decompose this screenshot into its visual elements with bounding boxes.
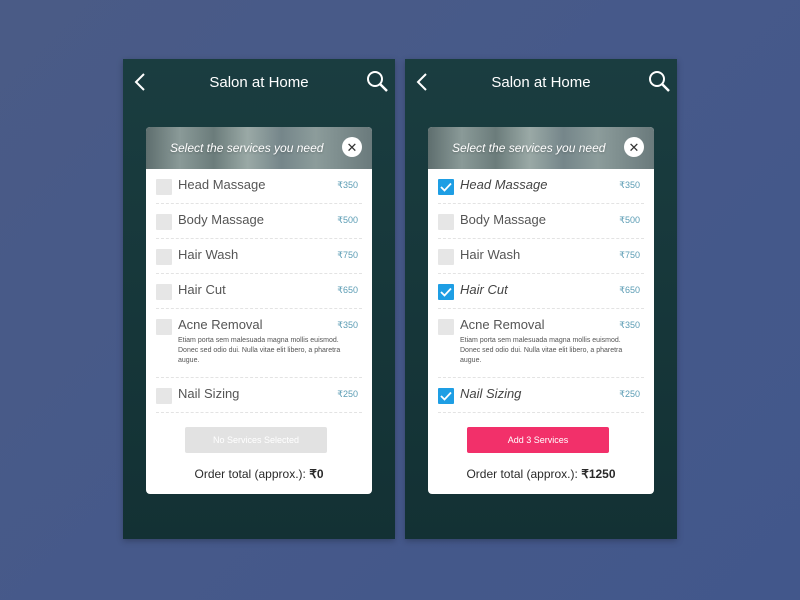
service-checkbox[interactable] xyxy=(156,388,172,404)
service-name: Hair Cut xyxy=(178,282,226,297)
close-icon: ✕ xyxy=(346,139,358,155)
service-checkbox[interactable] xyxy=(156,214,172,230)
service-price: ₹250 xyxy=(619,389,640,399)
service-name: Head Massage xyxy=(460,177,548,192)
check-icon xyxy=(440,287,452,297)
back-button[interactable] xyxy=(129,70,153,94)
service-name: Body Massage xyxy=(460,212,546,227)
service-item[interactable]: Head Massage ₹350 xyxy=(438,169,644,204)
service-price: ₹350 xyxy=(619,320,640,330)
check-icon xyxy=(440,391,452,401)
service-checkbox[interactable] xyxy=(438,214,454,230)
service-price: ₹750 xyxy=(337,250,358,260)
service-checkbox[interactable] xyxy=(438,284,454,300)
close-button[interactable]: ✕ xyxy=(624,137,644,157)
modal-title: Select the services you need xyxy=(170,141,324,155)
service-item[interactable]: Hair Cut ₹650 xyxy=(438,274,644,309)
service-price: ₹350 xyxy=(619,180,640,190)
modal-header: Select the services you need ✕ xyxy=(146,127,372,169)
add-services-button[interactable]: No Services Selected xyxy=(185,427,327,453)
service-price: ₹500 xyxy=(337,215,358,225)
nav-bar: Salon at Home xyxy=(123,59,395,105)
service-checkbox[interactable] xyxy=(156,249,172,265)
service-checkbox[interactable] xyxy=(156,284,172,300)
service-item[interactable]: Hair Wash ₹750 xyxy=(156,239,362,274)
phone-screen-selected: Salon at Home Select the services you ne… xyxy=(405,59,677,539)
search-icon xyxy=(367,71,388,92)
order-total-label: Order total (approx.): xyxy=(194,467,306,481)
page-title: Salon at Home xyxy=(491,73,591,91)
service-description: Etiam porta sem malesuada magna mollis e… xyxy=(460,337,623,364)
service-item[interactable]: Acne Removal ₹350 Etiam porta sem malesuad… xyxy=(438,309,644,378)
chevron-left-icon xyxy=(416,73,427,91)
service-name: Acne Removal xyxy=(178,317,263,332)
service-checkbox[interactable] xyxy=(156,319,172,335)
page-title: Salon at Home xyxy=(209,73,309,91)
order-total-value: ₹0 xyxy=(309,467,324,481)
service-checkbox[interactable] xyxy=(438,388,454,404)
service-name: Acne Removal xyxy=(460,317,545,332)
order-total: Order total (approx.): ₹1250 xyxy=(428,467,654,481)
service-list: Head Massage ₹350 Body Massage ₹500 Hair Was… xyxy=(428,169,654,413)
service-name: Hair Wash xyxy=(460,247,521,262)
check-icon xyxy=(440,182,452,192)
service-checkbox[interactable] xyxy=(438,249,454,265)
service-list: Head Massage ₹350 Body Massage ₹500 Hair Was… xyxy=(146,169,372,413)
service-name: Hair Cut xyxy=(460,282,508,297)
service-name: Hair Wash xyxy=(178,247,239,262)
service-price: ₹350 xyxy=(337,180,358,190)
service-price: ₹250 xyxy=(337,389,358,399)
service-price: ₹350 xyxy=(337,320,358,330)
service-selection-modal: Select the services you need ✕ Head Mass… xyxy=(428,127,654,494)
service-item[interactable]: Nail Sizing ₹250 xyxy=(438,378,644,413)
service-price: ₹650 xyxy=(619,285,640,295)
service-item[interactable]: Body Massage ₹500 xyxy=(438,204,644,239)
service-price: ₹750 xyxy=(619,250,640,260)
service-item[interactable]: Nail Sizing ₹250 xyxy=(156,378,362,413)
service-name: Nail Sizing xyxy=(178,386,240,401)
chevron-left-icon xyxy=(134,73,145,91)
service-price: ₹500 xyxy=(619,215,640,225)
service-item[interactable]: Acne Removal ₹350 Etiam porta sem malesuad… xyxy=(156,309,362,378)
service-item[interactable]: Body Massage ₹500 xyxy=(156,204,362,239)
search-icon xyxy=(649,71,670,92)
service-selection-modal: Select the services you need ✕ Head Mass… xyxy=(146,127,372,494)
phone-screen-empty: Salon at Home Select the services you ne… xyxy=(123,59,395,539)
close-button[interactable]: ✕ xyxy=(342,137,362,157)
service-item[interactable]: Hair Wash ₹750 xyxy=(438,239,644,274)
back-button[interactable] xyxy=(411,70,435,94)
order-total: Order total (approx.): ₹0 xyxy=(146,467,372,481)
modal-title: Select the services you need xyxy=(452,141,606,155)
service-name: Body Massage xyxy=(178,212,264,227)
service-checkbox[interactable] xyxy=(438,319,454,335)
service-name: Head Massage xyxy=(178,177,266,192)
search-button[interactable] xyxy=(647,69,671,93)
service-description: Etiam porta sem malesuada magna mollis e… xyxy=(178,337,341,364)
order-total-label: Order total (approx.): xyxy=(466,467,578,481)
modal-header: Select the services you need ✕ xyxy=(428,127,654,169)
service-item[interactable]: Head Massage ₹350 xyxy=(156,169,362,204)
close-icon: ✕ xyxy=(628,139,640,155)
nav-bar: Salon at Home xyxy=(405,59,677,105)
search-button[interactable] xyxy=(365,69,389,93)
service-checkbox[interactable] xyxy=(438,179,454,195)
service-checkbox[interactable] xyxy=(156,179,172,195)
service-name: Nail Sizing xyxy=(460,386,522,401)
add-services-button[interactable]: Add 3 Services xyxy=(467,427,609,453)
order-total-value: ₹1250 xyxy=(581,467,616,481)
service-price: ₹650 xyxy=(337,285,358,295)
service-item[interactable]: Hair Cut ₹650 xyxy=(156,274,362,309)
